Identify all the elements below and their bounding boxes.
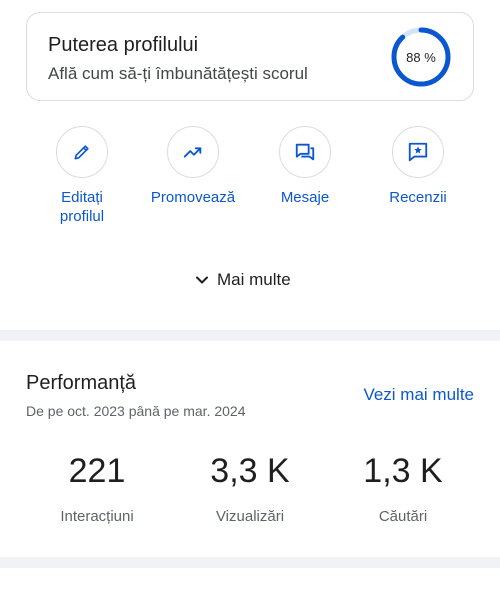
profile-strength-title: Puterea profilului xyxy=(48,34,199,56)
messages-icon-circle xyxy=(279,126,331,178)
promote-icon-circle xyxy=(167,126,219,178)
interactions-stat[interactable]: 221 Interacțiuni xyxy=(17,450,177,525)
searches-stat[interactable]: 1,3 K Căutări xyxy=(323,450,483,525)
views-value: 3,3 K xyxy=(210,452,290,490)
chat-icon xyxy=(295,143,315,161)
reviews-label: Recenzii xyxy=(389,189,447,206)
promote-label: Promovează xyxy=(150,189,236,206)
views-stat[interactable]: 3,3 K Vizualizări xyxy=(170,450,330,525)
searches-label: Căutări xyxy=(378,508,428,525)
messages-button[interactable]: Mesaje xyxy=(249,126,361,207)
interactions-value: 221 xyxy=(68,452,126,490)
edit-profile-label: Editați profilul xyxy=(59,189,105,225)
performance-date-range: De pe oct. 2023 până pe mar. 2024 xyxy=(26,403,246,419)
section-divider-bottom xyxy=(0,557,500,568)
reviews-button[interactable]: Recenzii xyxy=(362,126,474,207)
see-more-link[interactable]: Vezi mai multe xyxy=(363,385,474,405)
profile-strength-subtitle: Află cum să-ți îmbunătățești scorul xyxy=(48,64,308,83)
interactions-label: Interacțiuni xyxy=(60,508,134,525)
pencil-icon xyxy=(74,145,89,160)
more-button[interactable]: Mai multe xyxy=(195,268,291,292)
section-divider xyxy=(0,330,500,341)
reviews-icon-circle xyxy=(392,126,444,178)
edit-profile-icon-circle xyxy=(56,126,108,178)
edit-profile-button[interactable]: Editați profilul xyxy=(26,126,138,226)
quick-actions: Editați profilul Promovează Mesaje Recen… xyxy=(0,126,500,236)
messages-label: Mesaje xyxy=(280,189,330,206)
more-label: Mai multe xyxy=(217,270,291,289)
trending-up-icon xyxy=(183,147,202,158)
chevron-down-icon xyxy=(196,276,208,284)
strength-percent-label: 88 % xyxy=(406,49,436,65)
review-star-icon xyxy=(408,142,428,162)
views-label: Vizualizări xyxy=(215,508,285,525)
performance-title: Performanță xyxy=(26,372,137,394)
promote-button[interactable]: Promovează xyxy=(137,126,249,207)
searches-value: 1,3 K xyxy=(363,452,443,490)
profile-strength-card[interactable]: Puterea profilului Află cum să-ți îmbună… xyxy=(26,12,474,101)
